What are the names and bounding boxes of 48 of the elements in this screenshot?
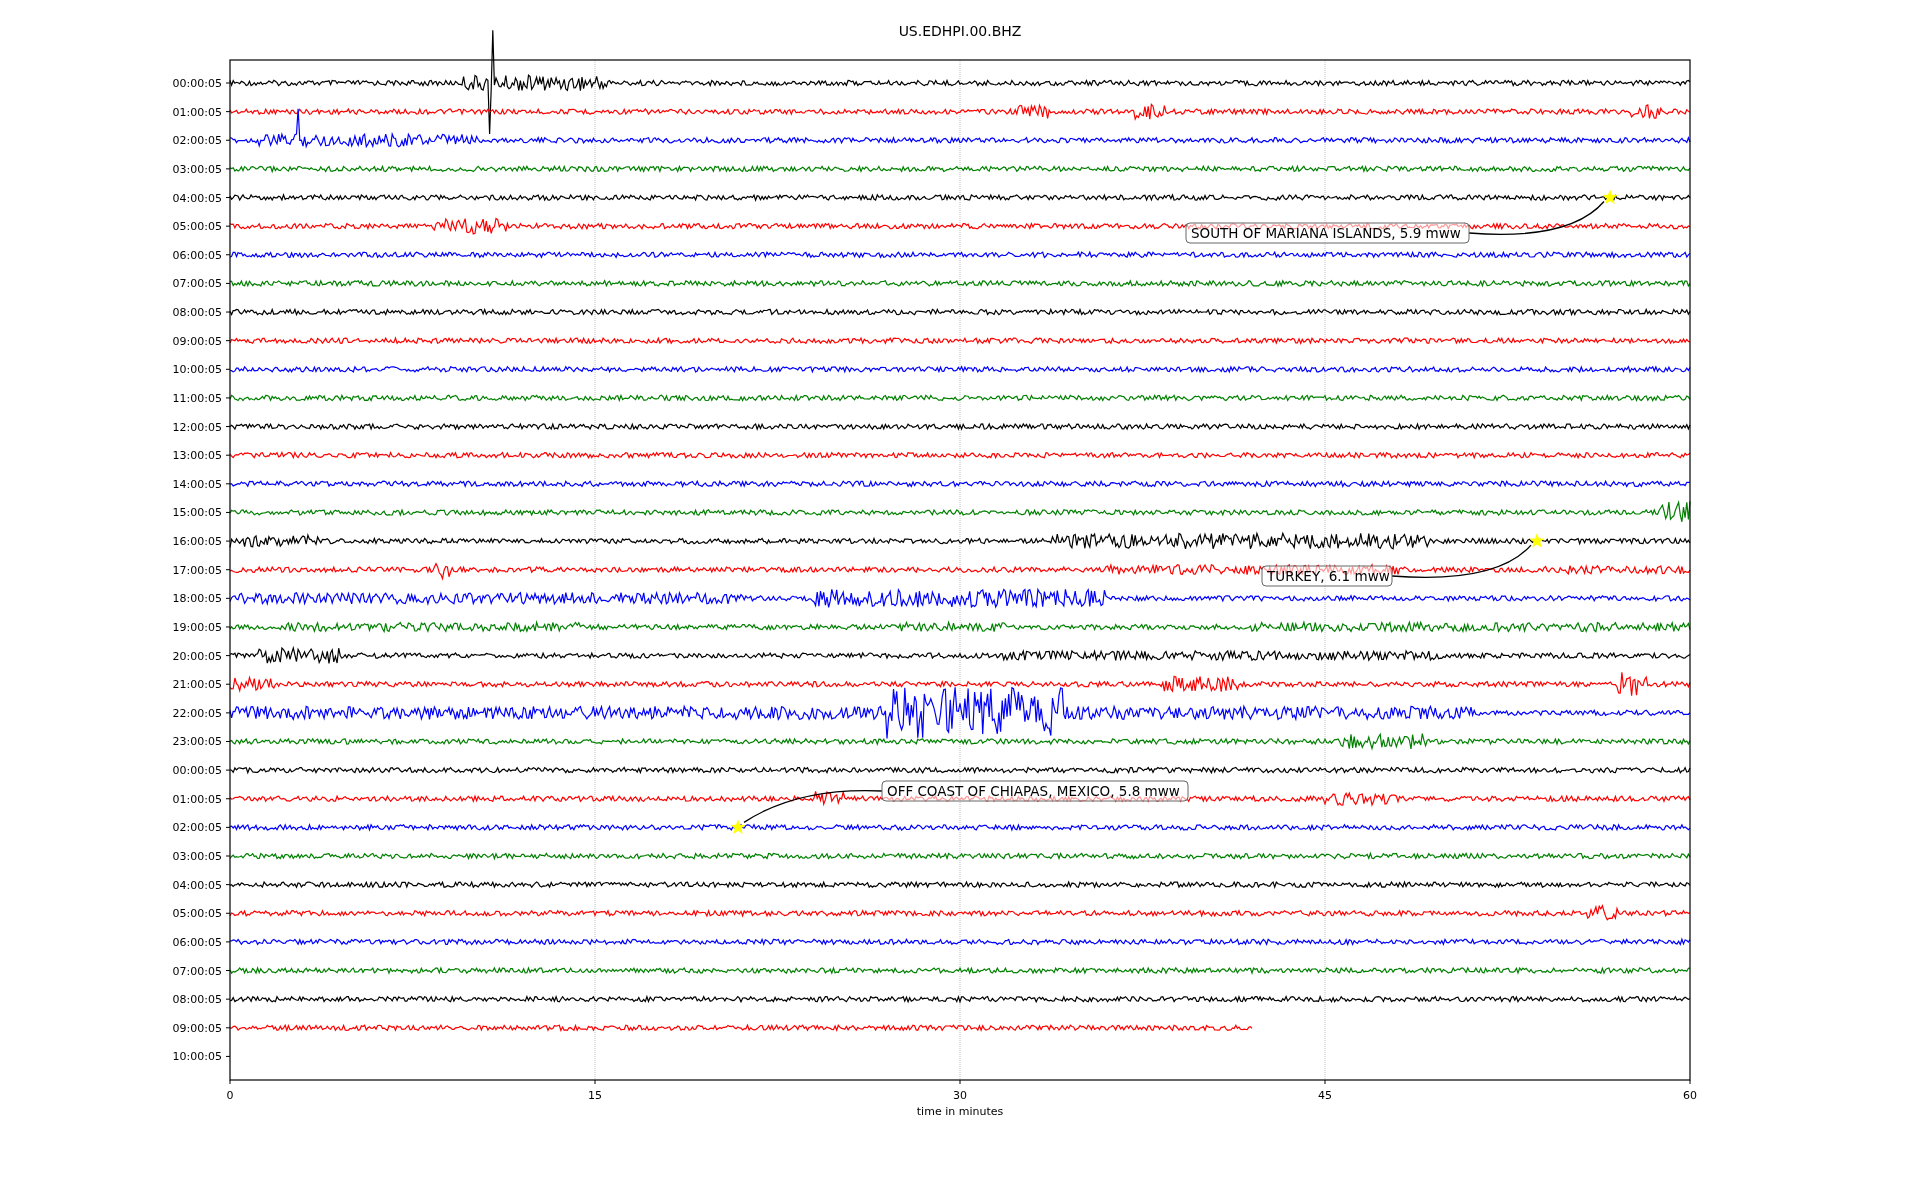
- y-tick-label: 01:00:05: [172, 105, 222, 119]
- y-tick-label: 13:00:05: [172, 449, 222, 463]
- star-icon: [1602, 189, 1618, 204]
- chart-title: US.EDHPI.00.BHZ: [898, 23, 1022, 39]
- y-tick-label: 09:00:05: [172, 334, 222, 348]
- y-tick-label: 06:00:05: [172, 248, 222, 262]
- y-tick-label: 04:00:05: [172, 878, 222, 892]
- y-tick-label: 01:00:05: [172, 792, 222, 806]
- star-icon: [1529, 533, 1545, 548]
- y-tick-label: 10:00:05: [172, 1050, 222, 1064]
- x-tick-label: 0: [226, 1089, 234, 1102]
- y-tick-label: 05:00:05: [172, 220, 222, 234]
- y-tick-label: 19:00:05: [172, 620, 222, 634]
- y-tick-label: 09:00:05: [172, 1021, 222, 1035]
- x-tick-label: 60: [1683, 1089, 1697, 1102]
- y-tick-label: 22:00:05: [172, 706, 222, 720]
- y-tick-label: 06:00:05: [172, 935, 222, 949]
- y-tick-label: 15:00:05: [172, 506, 222, 520]
- y-tick-label: 03:00:05: [172, 162, 222, 176]
- y-tick-label: 07:00:05: [172, 277, 222, 291]
- event-label: OFF COAST OF CHIAPAS, MEXICO, 5.8 mww: [881, 780, 1189, 802]
- event-label: SOUTH OF MARIANA ISLANDS, 5.9 mww: [1185, 222, 1470, 244]
- y-tick-label: 23:00:05: [172, 735, 222, 749]
- y-tick-label: 11:00:05: [172, 391, 222, 405]
- y-tick-label: 12:00:05: [172, 420, 222, 434]
- event-label: TURKEY, 6.1 mww: [1261, 565, 1393, 587]
- x-axis-label: time in minutes: [916, 1105, 1004, 1118]
- y-tick-label: 18:00:05: [172, 592, 222, 606]
- y-tick-label: 02:00:05: [172, 134, 222, 148]
- y-tick-label: 02:00:05: [172, 821, 222, 835]
- y-tick-label: 08:00:05: [172, 306, 222, 320]
- y-tick-label: 07:00:05: [172, 964, 222, 978]
- y-tick-label: 00:00:05: [172, 77, 222, 90]
- x-tick-label: 15: [588, 1089, 602, 1102]
- y-tick-label: 16:00:05: [172, 535, 222, 549]
- star-icon: [730, 819, 746, 834]
- x-tick-label: 45: [1318, 1089, 1332, 1102]
- y-tick-label: 04:00:05: [172, 191, 222, 205]
- y-tick-label: 20:00:05: [172, 649, 222, 663]
- y-tick-label: 05:00:05: [172, 907, 222, 921]
- y-tick-label: 10:00:05: [172, 363, 222, 377]
- y-tick-label: 08:00:05: [172, 993, 222, 1007]
- y-tick-label: 00:00:05: [172, 764, 222, 778]
- y-tick-label: 03:00:05: [172, 850, 222, 863]
- y-tick-label: 14:00:05: [172, 477, 222, 491]
- x-tick-label: 30: [953, 1089, 967, 1102]
- y-tick-label: 17:00:05: [172, 563, 222, 577]
- y-tick-label: 21:00:05: [172, 678, 222, 692]
